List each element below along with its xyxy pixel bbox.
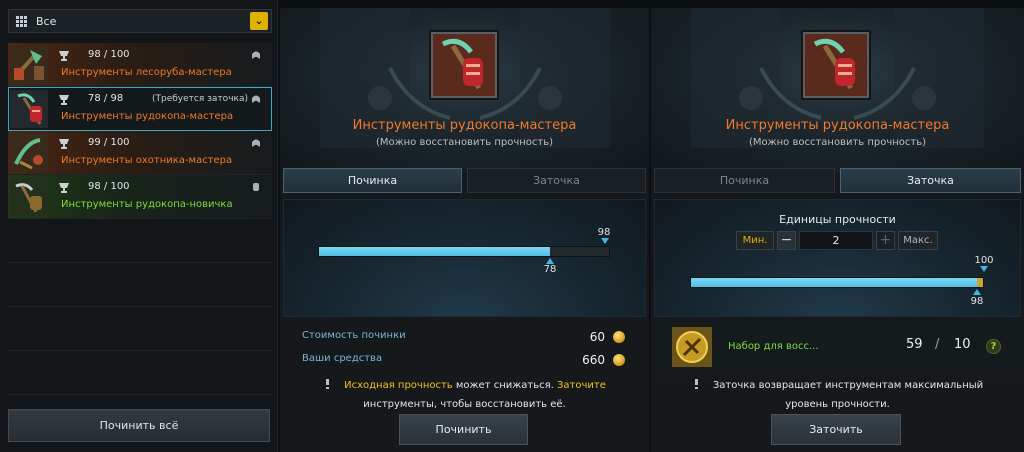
grade-helmet-icon [252, 51, 260, 59]
repair-panel: Инструменты рудокопа-мастера (Можно восс… [280, 8, 649, 452]
warning-text-line2: инструменты, чтобы восстановить её. [363, 399, 566, 410]
durability-value: 78 / 98 [88, 93, 124, 104]
min-button[interactable]: Мин. [736, 231, 774, 250]
repair-cost-row: Стоимость починки 60 [302, 330, 625, 344]
selected-item-icon [431, 32, 497, 98]
mode-tabs: Починка Заточка [654, 168, 1021, 193]
lumberjack-tools-icon [10, 46, 48, 84]
mode-tabs: Починка Заточка [283, 168, 646, 193]
exclamation-icon [694, 379, 698, 389]
empty-slot [8, 263, 272, 307]
max-marker-icon [980, 266, 988, 272]
funds-row: Ваши средства 660 [302, 353, 625, 367]
warning-text: может снижаться. [452, 380, 557, 391]
sharpen-panel: Инструменты рудокопа-мастера (Можно восс… [651, 8, 1024, 452]
increment-button[interactable]: + [876, 231, 895, 250]
max-durability-label: 100 [974, 255, 994, 266]
item-title: Инструменты рудокопа-мастера [352, 118, 577, 133]
grid-icon [16, 14, 30, 28]
item-subtitle: (Можно восстановить прочность) [375, 137, 554, 148]
tool-name: Инструменты охотника-мастера [61, 155, 233, 166]
tool-list-item[interactable]: 98 / 100 Инструменты лесоруба-мастера [8, 43, 272, 87]
miner-tools-icon [10, 90, 48, 128]
filter-label: Все [36, 14, 57, 28]
durability-icon [59, 95, 69, 105]
decrement-button[interactable]: − [777, 231, 796, 250]
tab-sharpen[interactable]: Заточка [467, 168, 646, 193]
sharpen-button[interactable]: Заточить [771, 414, 901, 445]
chevron-down-icon[interactable]: ⌄ [250, 12, 268, 30]
tab-sharpen[interactable]: Заточка [840, 168, 1021, 193]
hunter-tools-icon [10, 134, 48, 172]
durability-bar-gain [977, 278, 983, 287]
durability-icon [59, 51, 69, 61]
item-header: Инструменты рудокопа-мастера (Можно восс… [280, 8, 649, 173]
help-icon[interactable]: ? [986, 339, 1001, 354]
sharpen-info: Заточка возвращает инструментам максимал… [651, 376, 1024, 414]
grade-helmet-icon [253, 183, 259, 191]
warning-highlight-2: Заточите [556, 380, 606, 391]
durability-value: 99 / 100 [88, 137, 130, 148]
repair-cost-value: 60 [589, 330, 605, 344]
exclamation-icon [326, 379, 330, 389]
durability-icon [59, 183, 69, 193]
tab-repair[interactable]: Починка [654, 168, 835, 193]
current-marker-icon [973, 289, 981, 295]
tool-name: Инструменты лесоруба-мастера [61, 67, 232, 78]
repair-cost-label: Стоимость починки [302, 330, 406, 341]
category-filter-dropdown[interactable]: Все ⌄ [8, 9, 272, 33]
max-button[interactable]: Макс. [898, 231, 938, 250]
gold-coin-icon [613, 354, 625, 366]
repair-button[interactable]: Починить [399, 414, 528, 445]
durability-icon [59, 139, 69, 149]
tool-list-item[interactable]: 98 / 100 Инструменты рудокопа-новичка [8, 175, 272, 219]
tool-name: Инструменты рудокопа-новичка [61, 199, 233, 210]
durability-value: 98 / 100 [88, 49, 130, 60]
durability-bar [690, 277, 984, 288]
repair-all-button[interactable]: Починить всё [8, 409, 270, 442]
empty-slot [8, 307, 272, 351]
repair-warning: Исходная прочность может снижаться. Зато… [280, 376, 649, 414]
item-subtitle: (Можно восстановить прочность) [748, 137, 927, 148]
info-text-line2: уровень прочности. [785, 399, 890, 410]
kit-required-count: 10 [954, 337, 971, 352]
kit-count-separator: / [935, 337, 940, 352]
tool-list-item-selected[interactable]: 78 / 98 (Требуется заточка) Инструменты … [8, 87, 272, 131]
max-marker-icon [601, 238, 609, 244]
durability-units-input[interactable]: 2 [799, 231, 873, 250]
current-durability-label: 98 [970, 296, 984, 307]
funds-label: Ваши средства [302, 353, 383, 364]
sharpening-kit-icon [672, 327, 712, 367]
needs-sharpening-note: (Требуется заточка) [152, 94, 248, 104]
sharpening-kit-name: Набор для восс... [728, 341, 819, 352]
grade-helmet-icon [252, 95, 260, 103]
novice-miner-tools-icon [10, 178, 48, 216]
sharpening-kit-row: Набор для восс... 59 / 10 ? [654, 321, 1021, 377]
tool-list-panel: Все ⌄ 98 / 100 Инструменты лесоруба-маст… [0, 0, 278, 452]
selected-item-icon [803, 32, 869, 98]
warning-highlight-1: Исходная прочность [344, 380, 453, 391]
durability-bar-fill [319, 247, 550, 256]
durability-units-title: Единицы прочности [779, 213, 896, 226]
empty-slot [8, 219, 272, 263]
empty-slot [8, 351, 272, 395]
max-durability-label: 98 [597, 227, 611, 238]
gold-coin-icon [613, 331, 625, 343]
tool-list-item[interactable]: 99 / 100 Инструменты охотника-мастера [8, 131, 272, 175]
durability-bar-fill [691, 278, 977, 287]
kit-owned-count: 59 [906, 337, 923, 352]
tool-name: Инструменты рудокопа-мастера [61, 111, 234, 122]
durability-bar [318, 246, 610, 257]
grade-helmet-icon [252, 139, 260, 147]
info-text-line1: Заточка возвращает инструментам максимал… [712, 380, 984, 391]
current-durability-label: 78 [543, 264, 557, 275]
durability-value: 98 / 100 [88, 181, 130, 192]
item-header: Инструменты рудокопа-мастера (Можно восс… [651, 8, 1024, 173]
durability-display: 98 78 [283, 199, 646, 317]
tool-list: 98 / 100 Инструменты лесоруба-мастера 78… [8, 43, 272, 395]
tab-repair[interactable]: Починка [283, 168, 462, 193]
funds-value: 660 [582, 353, 605, 367]
item-title: Инструменты рудокопа-мастера [725, 118, 950, 133]
